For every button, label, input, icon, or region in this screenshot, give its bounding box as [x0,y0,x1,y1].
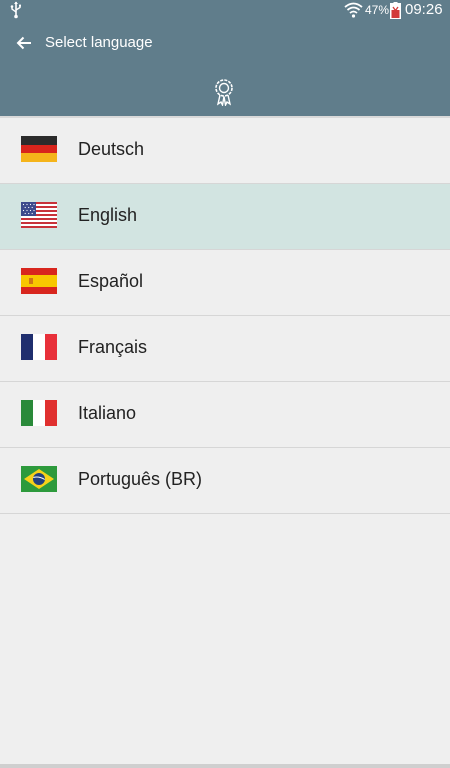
usb-icon [10,1,21,19]
language-item-portugues-br[interactable]: Português (BR) [0,448,450,514]
arrow-left-icon[interactable] [15,34,33,52]
status-bar: 47% 09:26 [0,0,450,20]
award-icon [215,79,233,106]
bottom-edge [0,764,450,768]
language-label: Español [78,271,144,291]
language-item-deutsch[interactable]: Deutsch [0,118,450,184]
language-label: Italiano [78,403,137,423]
battery-percent: 47% [365,3,390,17]
language-list: Deutsch English Español Français Italian… [0,118,450,514]
battery-icon [390,2,401,19]
language-label: English [78,205,138,225]
language-item-english[interactable]: English [0,184,450,250]
clock: 09:26 [405,1,443,18]
language-item-francais[interactable]: Français [0,316,450,382]
language-item-italiano[interactable]: Italiano [0,382,450,448]
wifi-icon [344,2,363,18]
br-flag-icon [21,466,57,492]
us-flag-icon [21,202,57,228]
it-flag-icon [21,400,57,426]
language-label: Deutsch [78,139,145,159]
page-title: Select language [45,34,153,51]
language-item-espanol[interactable]: Español [0,250,450,316]
fr-flag-icon [21,334,57,360]
es-flag-icon [21,268,57,294]
language-label: Português (BR) [78,469,203,489]
language-label: Français [78,337,148,357]
de-flag-icon [21,136,57,162]
app-header: 47% 09:26 Select language [0,0,450,116]
